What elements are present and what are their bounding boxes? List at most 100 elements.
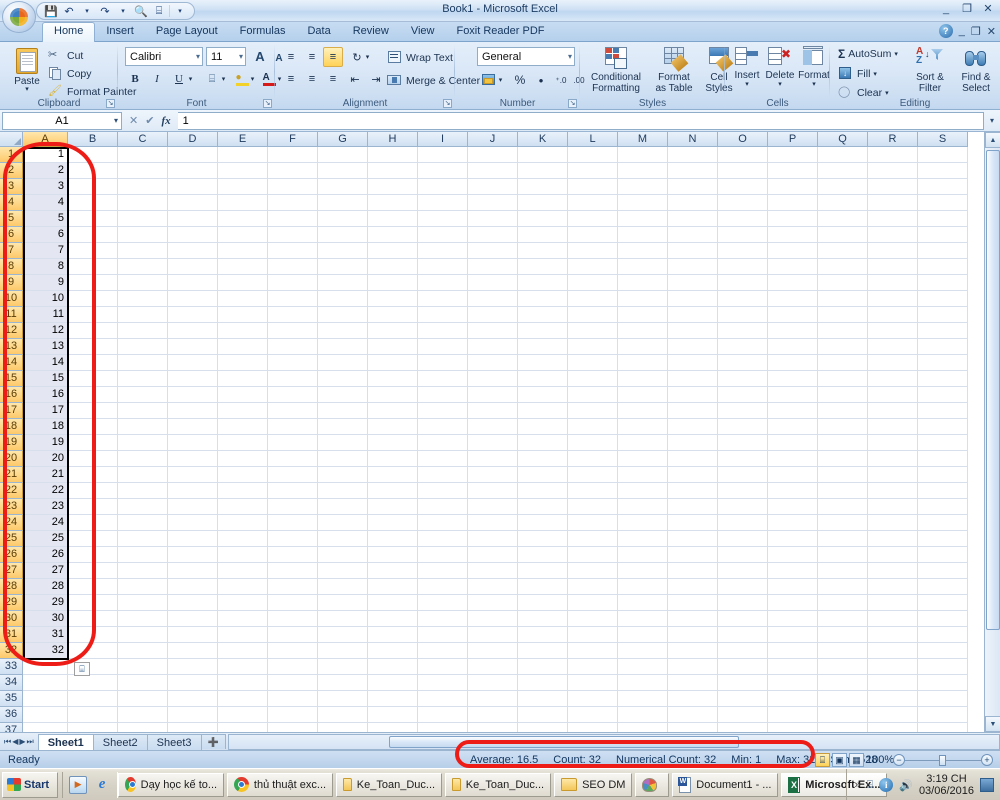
action-center-icon[interactable]: i [879,778,894,792]
cell-C13[interactable] [118,339,168,355]
cell-B19[interactable] [68,435,118,451]
cell-H6[interactable] [368,227,418,243]
cell-S6[interactable] [918,227,968,243]
cell-N24[interactable] [668,515,718,531]
cell-G21[interactable] [318,467,368,483]
cell-K18[interactable] [518,419,568,435]
cell-J35[interactable] [468,691,518,707]
cell-F24[interactable] [268,515,318,531]
cell-P23[interactable] [768,499,818,515]
cell-K29[interactable] [518,595,568,611]
cell-C18[interactable] [118,419,168,435]
cell-O10[interactable] [718,291,768,307]
cell-L28[interactable] [568,579,618,595]
cell-I16[interactable] [418,387,468,403]
cell-H28[interactable] [368,579,418,595]
cell-K13[interactable] [518,339,568,355]
column-header-b[interactable]: B [68,132,118,147]
cell-D12[interactable] [168,323,218,339]
cell-P27[interactable] [768,563,818,579]
clipboard-dialog-launcher[interactable]: ↘ [106,99,115,108]
cell-R23[interactable] [868,499,918,515]
cell-C10[interactable] [118,291,168,307]
cell-I3[interactable] [418,179,468,195]
column-header-j[interactable]: J [468,132,518,147]
cell-S37[interactable] [918,723,968,732]
cell-M35[interactable] [618,691,668,707]
cell-D7[interactable] [168,243,218,259]
cell-A21[interactable]: 21 [23,467,68,483]
cell-M24[interactable] [618,515,668,531]
cell-Q4[interactable] [818,195,868,211]
cell-H18[interactable] [368,419,418,435]
cancel-formula-icon[interactable]: ✕ [129,114,138,127]
cell-M17[interactable] [618,403,668,419]
cell-O1[interactable] [718,147,768,163]
cell-S2[interactable] [918,163,968,179]
cell-M4[interactable] [618,195,668,211]
cell-B22[interactable] [68,483,118,499]
cell-O3[interactable] [718,179,768,195]
close-button[interactable]: ✕ [980,3,996,17]
cell-H1[interactable] [368,147,418,163]
cell-P25[interactable] [768,531,818,547]
cell-B2[interactable] [68,163,118,179]
cell-A25[interactable]: 25 [23,531,68,547]
cell-G14[interactable] [318,355,368,371]
cell-B16[interactable] [68,387,118,403]
cell-P1[interactable] [768,147,818,163]
zoom-out-button[interactable]: − [893,754,905,766]
cell-O22[interactable] [718,483,768,499]
cell-J8[interactable] [468,259,518,275]
cell-G23[interactable] [318,499,368,515]
cell-K31[interactable] [518,627,568,643]
cell-D34[interactable] [168,675,218,691]
cell-F27[interactable] [268,563,318,579]
cell-L36[interactable] [568,707,618,723]
cell-F16[interactable] [268,387,318,403]
cell-G6[interactable] [318,227,368,243]
cell-D22[interactable] [168,483,218,499]
cell-I7[interactable] [418,243,468,259]
cell-E32[interactable] [218,643,268,659]
cell-J30[interactable] [468,611,518,627]
cell-A36[interactable] [23,707,68,723]
cell-I20[interactable] [418,451,468,467]
cell-D13[interactable] [168,339,218,355]
align-bottom-button[interactable]: ≡ [323,47,343,67]
cell-D27[interactable] [168,563,218,579]
cell-C32[interactable] [118,643,168,659]
cell-Q19[interactable] [818,435,868,451]
cell-L32[interactable] [568,643,618,659]
cell-M32[interactable] [618,643,668,659]
column-header-m[interactable]: M [618,132,668,147]
cell-C5[interactable] [118,211,168,227]
format-cells-button[interactable]: Format ▾ [797,46,831,88]
cell-L30[interactable] [568,611,618,627]
cell-L10[interactable] [568,291,618,307]
cell-L26[interactable] [568,547,618,563]
cell-K1[interactable] [518,147,568,163]
cell-D30[interactable] [168,611,218,627]
cell-E25[interactable] [218,531,268,547]
cell-K4[interactable] [518,195,568,211]
cell-B28[interactable] [68,579,118,595]
row-header-18[interactable]: 18 [0,419,23,435]
cell-O23[interactable] [718,499,768,515]
cell-J16[interactable] [468,387,518,403]
cell-Q12[interactable] [818,323,868,339]
cell-Q34[interactable] [818,675,868,691]
cell-D21[interactable] [168,467,218,483]
cell-B36[interactable] [68,707,118,723]
cell-L22[interactable] [568,483,618,499]
cell-R6[interactable] [868,227,918,243]
cell-J5[interactable] [468,211,518,227]
cell-F8[interactable] [268,259,318,275]
cell-E36[interactable] [218,707,268,723]
cell-M1[interactable] [618,147,668,163]
tab-view[interactable]: View [400,22,446,42]
cell-O30[interactable] [718,611,768,627]
cell-R34[interactable] [868,675,918,691]
sheet-tab-sheet3[interactable]: Sheet3 [146,733,202,750]
row-header-34[interactable]: 34 [0,675,23,691]
